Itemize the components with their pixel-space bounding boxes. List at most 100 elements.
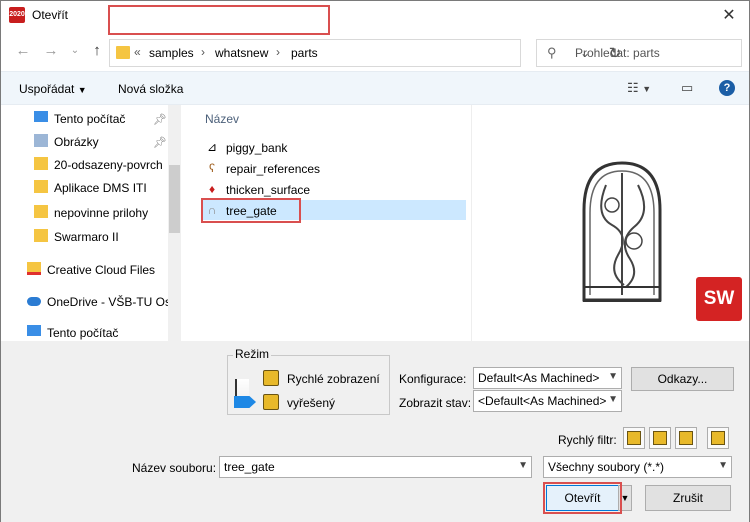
filename-label: Název souboru: xyxy=(132,461,217,475)
quick-filter-label: Rychlý filtr: xyxy=(558,433,617,447)
mode-option-resolved[interactable]: vyřešený xyxy=(287,396,335,410)
title-bar: 2020 Otevřít ✕ xyxy=(1,1,749,31)
search-box[interactable]: ⚲ Prohledat: parts xyxy=(536,39,742,67)
folder-icon xyxy=(116,46,130,59)
overflow-chevron-icon[interactable]: « xyxy=(134,45,141,59)
mode-group-label: Režim xyxy=(233,347,272,361)
preview-pane-icon[interactable]: ▭ xyxy=(681,80,693,96)
folder-icon xyxy=(34,205,48,218)
breadcrumb-separator-icon[interactable]: › xyxy=(201,45,205,59)
chevron-down-icon: ▼ xyxy=(608,371,618,382)
display-state-label: Zobrazit stav: xyxy=(399,396,472,410)
column-header-name[interactable]: Název xyxy=(205,112,239,126)
file-item-tree-gate[interactable]: ∩ tree_gate xyxy=(201,200,466,220)
up-arrow-icon[interactable]: ↑ xyxy=(87,41,107,61)
sidebar-item-this-pc[interactable]: Tento počítač xyxy=(27,323,177,343)
navigation-bar: ← → ⌄ ↑ « samples › whatsnew › parts ⌄ ↻… xyxy=(1,33,749,71)
sidebar-item-label: nepovinne prilohy xyxy=(54,206,149,220)
command-bar: Uspořádat ▼ Nová složka ☷ ▼ ▭ ? xyxy=(1,71,749,105)
solidworks-logo: SW xyxy=(696,277,742,321)
sidebar-item-label: Tento počítač xyxy=(54,112,126,126)
folder-icon xyxy=(34,229,48,242)
quick-view-icon xyxy=(263,370,279,386)
sidebar-item-20-odsazeny-povrch[interactable]: 20-odsazeny-povrch xyxy=(34,155,174,175)
address-bar[interactable]: « samples › whatsnew › parts ⌄ ↻ xyxy=(109,39,621,67)
mode-option-quick-view[interactable]: Rychlé zobrazení xyxy=(287,372,380,386)
help-icon[interactable]: ? xyxy=(719,80,735,96)
monitor-icon xyxy=(34,111,48,122)
window-title: Otevřít xyxy=(32,8,69,22)
file-name: thicken_surface xyxy=(226,183,311,197)
chevron-down-icon: ▼ xyxy=(718,460,728,471)
folder-icon xyxy=(34,180,48,193)
chevron-down-icon: ▼ xyxy=(608,394,618,405)
part-icon: ∩ xyxy=(207,203,217,217)
sidebar-item-label: OneDrive - VŠB-TU Ost xyxy=(47,295,175,309)
onedrive-icon xyxy=(27,297,41,306)
filename-value: tree_gate xyxy=(224,460,275,474)
creative-cloud-icon xyxy=(27,262,41,275)
sidebar-item-creative-cloud[interactable]: Creative Cloud Files xyxy=(27,260,177,280)
file-type-value: Všechny soubory (*.*) xyxy=(548,460,665,474)
file-item-piggy-bank[interactable]: ⊿ piggy_bank xyxy=(201,137,466,157)
sidebar-item-onedrive[interactable]: OneDrive - VŠB-TU Ost xyxy=(27,292,182,312)
sidebar-item-label: Creative Cloud Files xyxy=(47,263,156,277)
sidebar-item-label: 20-odsazeny-povrch xyxy=(54,158,163,172)
breadcrumb-parts[interactable]: parts xyxy=(291,46,318,60)
open-dialog: 2020 Otevřít ✕ ← → ⌄ ↑ « samples › whats… xyxy=(0,0,750,522)
back-arrow-icon[interactable]: ← xyxy=(13,41,33,61)
filter-parts-icon[interactable] xyxy=(623,427,645,449)
display-state-value: <Default<As Machined> xyxy=(478,394,606,408)
configuration-label: Konfigurace: xyxy=(399,372,467,386)
gate-preview-image xyxy=(582,161,662,302)
drawing-icon: ⊿ xyxy=(206,140,218,154)
sidebar-item-label: Obrázky xyxy=(54,135,99,149)
display-state-select[interactable]: <Default<As Machined> ▼ xyxy=(473,390,622,412)
open-dropdown-icon[interactable]: ▼ xyxy=(618,485,632,511)
open-button[interactable]: Otevřít xyxy=(546,485,619,511)
filter-drawings-icon[interactable] xyxy=(675,427,697,449)
file-item-thicken-surface[interactable]: ♦ thicken_surface xyxy=(201,179,466,199)
search-placeholder: Prohledat: parts xyxy=(575,46,660,60)
solidworks-app-icon: 2020 xyxy=(9,7,25,23)
file-type-select[interactable]: Všechny soubory (*.*) ▼ xyxy=(543,456,732,478)
part-icon: ♦ xyxy=(208,182,216,196)
dropdown-triangle-icon: ▼ xyxy=(77,85,87,95)
organize-button[interactable]: Uspořádat ▼ xyxy=(19,82,87,96)
pictures-icon xyxy=(34,134,48,147)
cancel-button[interactable]: Zrušit xyxy=(645,485,731,511)
configuration-select[interactable]: Default<As Machined> ▼ xyxy=(473,367,622,389)
sidebar-item-nepovinne-prilohy[interactable]: nepovinne prilohy xyxy=(34,203,174,223)
navigation-pane: Tento počítač 📌︎ Obrázky 📌︎ 20-odsazeny-… xyxy=(1,105,185,341)
file-list: Název ⊿ piggy_bank ʕ repair_references ♦… xyxy=(187,105,467,341)
breadcrumb-whatsnew[interactable]: whatsnew xyxy=(215,46,268,60)
sidebar-item-swarmaro-ii[interactable]: Swarmaro II xyxy=(34,227,174,247)
references-button[interactable]: Odkazy... xyxy=(631,367,734,391)
recent-chevron-icon[interactable]: ⌄ xyxy=(65,41,85,61)
view-options-icon[interactable]: ☷ ▼ xyxy=(627,80,651,96)
part-icon: ʕ xyxy=(209,161,215,175)
file-name: repair_references xyxy=(226,162,321,176)
sidebar-item-aplikace-dms-iti[interactable]: Aplikace DMS ITI xyxy=(34,178,174,198)
resolved-icon xyxy=(263,394,279,410)
configuration-value: Default<As Machined> xyxy=(478,371,600,385)
sidebar-scroll-thumb[interactable] xyxy=(169,165,180,233)
folder-icon xyxy=(34,157,48,170)
sidebar-item-label: Aplikace DMS ITI xyxy=(54,181,147,195)
file-item-repair-references[interactable]: ʕ repair_references xyxy=(201,158,466,178)
pin-icon[interactable]: 📌︎ xyxy=(153,136,167,149)
new-folder-button[interactable]: Nová složka xyxy=(118,82,183,96)
filter-top-level-icon[interactable] xyxy=(707,427,729,449)
file-name: piggy_bank xyxy=(226,141,288,155)
close-icon[interactable]: ✕ xyxy=(713,4,745,28)
breadcrumb-samples[interactable]: samples xyxy=(149,46,194,60)
sidebar-item-label: Tento počítač xyxy=(47,326,119,340)
search-icon: ⚲ xyxy=(547,45,557,60)
filter-assemblies-icon[interactable] xyxy=(649,427,671,449)
sidebar-item-label: Swarmaro II xyxy=(54,230,119,244)
filename-input[interactable]: tree_gate ▼ xyxy=(219,456,532,478)
monitor-icon xyxy=(27,325,41,336)
breadcrumb-separator-icon[interactable]: › xyxy=(276,45,280,59)
pin-icon[interactable]: 📌︎ xyxy=(153,113,167,126)
forward-arrow-icon[interactable]: → xyxy=(41,41,61,61)
